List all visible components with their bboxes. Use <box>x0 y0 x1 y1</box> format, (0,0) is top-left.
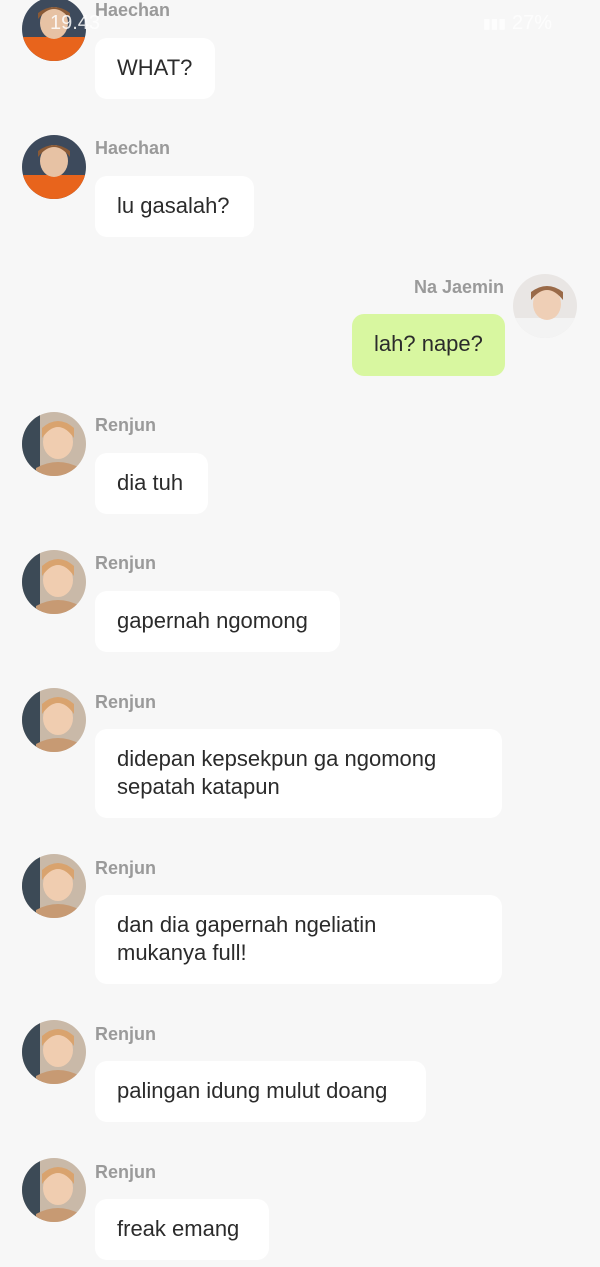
sender-name: Renjun <box>95 415 156 435</box>
renjun-avatar[interactable] <box>22 412 86 476</box>
message-bubble[interactable]: gapernah ngomong <box>95 591 340 652</box>
message-bubble[interactable]: palingan idung mulut doang <box>95 1061 426 1122</box>
sender-name: Renjun <box>95 692 156 712</box>
status-bar: 19.43 ▮▮▮ 27% <box>0 0 600 46</box>
sender-name: Renjun <box>95 553 156 573</box>
sender-name: Haechan <box>95 138 171 158</box>
message-bubble[interactable]: dan dia gapernah ngeliatin mukanya full! <box>95 895 502 984</box>
renjun-avatar[interactable] <box>22 854 86 918</box>
sender-name: Renjun <box>95 1162 156 1182</box>
sender-name: Haechan <box>95 0 171 20</box>
renjun-avatar[interactable] <box>22 1020 86 1084</box>
message-bubble[interactable]: freak emang <box>95 1199 269 1260</box>
haechan-avatar[interactable] <box>22 135 86 199</box>
renjun-avatar[interactable] <box>22 1158 86 1222</box>
renjun-avatar[interactable] <box>22 550 86 614</box>
battery-level: 27% <box>511 12 552 34</box>
message-bubble[interactable]: didepan kepsekpun ga ngomong sepatah kat… <box>95 729 502 818</box>
message-bubble[interactable]: dia tuh <box>95 453 208 514</box>
haechan-avatar[interactable] <box>22 0 86 61</box>
sender-name: Renjun <box>95 858 156 878</box>
status-indicators: ▮▮▮ 27% <box>483 12 552 35</box>
jaemin-avatar[interactable] <box>513 274 577 338</box>
signal-icon: ▮▮▮ <box>482 15 506 31</box>
message-bubble-own[interactable]: lah? nape? <box>352 314 505 376</box>
message-bubble[interactable]: lu gasalah? <box>95 176 254 237</box>
sender-name: Na Jaemin <box>413 277 504 297</box>
renjun-avatar[interactable] <box>22 688 86 752</box>
sender-name: Renjun <box>95 1024 156 1044</box>
message-bubble[interactable]: WHAT? <box>95 38 215 99</box>
